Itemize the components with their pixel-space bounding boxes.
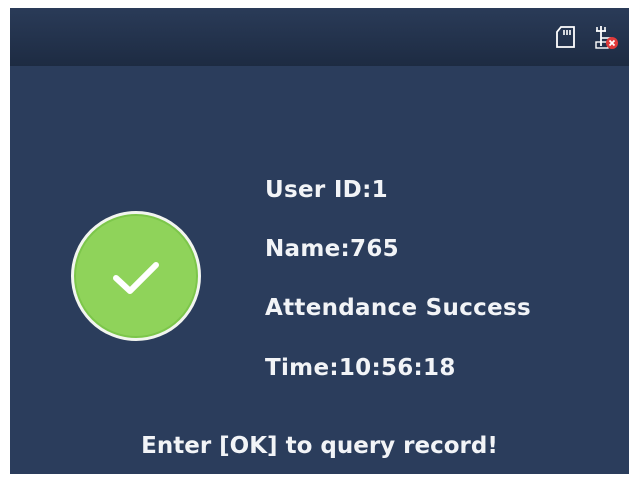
attendance-screen: User ID:1 Name:765 Attendance Success Ti…	[10, 8, 629, 474]
check-icon	[113, 262, 159, 294]
user-name-text: Name:765	[265, 236, 399, 262]
user-id-text: User ID:1	[265, 177, 388, 203]
success-indicator	[71, 211, 201, 341]
status-bar	[10, 8, 629, 66]
attendance-time-text: Time:10:56:18	[265, 355, 456, 381]
query-record-prompt: Enter [OK] to query record!	[141, 433, 498, 459]
attendance-status-text: Attendance Success	[265, 295, 531, 321]
network-disconnected-icon	[595, 26, 618, 49]
sd-card-icon	[556, 26, 575, 48]
